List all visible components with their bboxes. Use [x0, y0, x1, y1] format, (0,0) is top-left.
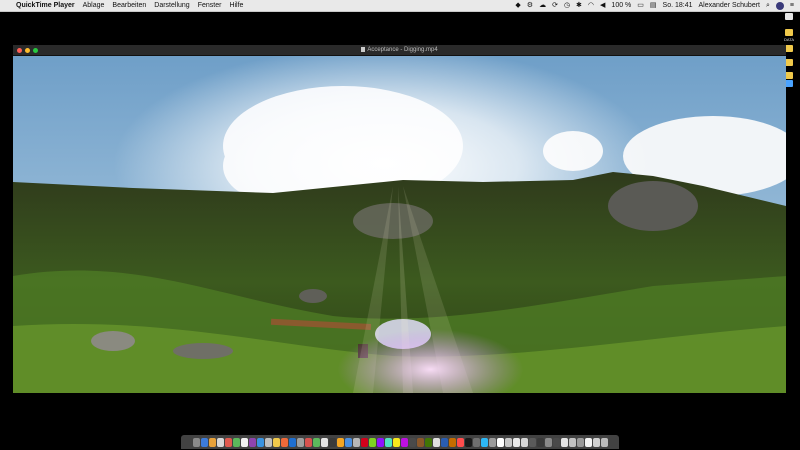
video-frame[interactable]	[13, 56, 786, 393]
dock-app-icon[interactable]	[208, 437, 216, 447]
cloud-icon[interactable]: ☁	[539, 0, 546, 11]
dock-app-icon[interactable]	[264, 437, 272, 447]
document-icon	[361, 47, 366, 52]
dock-app-icon[interactable]	[440, 437, 448, 447]
folder-icon	[785, 45, 793, 52]
siri-icon[interactable]	[775, 1, 784, 10]
battery-percent[interactable]: 100 %	[611, 0, 631, 11]
dock-app-icon[interactable]	[480, 437, 488, 447]
dock-app-icon[interactable]	[224, 437, 232, 447]
dock-app-icon[interactable]	[568, 437, 576, 447]
dock-app-icon[interactable]	[424, 437, 432, 447]
dock-app-icon[interactable]	[464, 437, 472, 447]
sync-icon[interactable]: ⟳	[552, 0, 558, 11]
dock-app-icon[interactable]	[248, 437, 256, 447]
dock-app-icon[interactable]	[304, 437, 312, 447]
dock-app-icon[interactable]	[488, 437, 496, 447]
dock-app-icon[interactable]	[400, 437, 408, 447]
dock-app-icon[interactable]	[504, 437, 512, 447]
time-machine-icon[interactable]: ◷	[564, 0, 570, 11]
desktop-icon[interactable]: DATA	[782, 29, 796, 42]
window-titlebar[interactable]: Acceptance - Digging.mp4	[13, 45, 786, 56]
folder-icon	[785, 59, 793, 66]
drive-icon	[785, 29, 793, 36]
dock-app-icon[interactable]	[200, 437, 208, 447]
dock-app-icon[interactable]	[360, 437, 368, 447]
menu-bar: QuickTime Player Ablage Bearbeiten Darst…	[0, 0, 800, 12]
dock-app-icon[interactable]	[432, 437, 440, 447]
dock-app-icon[interactable]	[216, 437, 224, 447]
dock-app-icon[interactable]	[272, 437, 280, 447]
dropbox-icon[interactable]: ◆	[515, 0, 520, 11]
bluetooth-icon[interactable]: ✱	[576, 0, 582, 11]
dock-app-icon[interactable]	[456, 437, 464, 447]
dock-app-icon[interactable]	[384, 437, 392, 447]
spotlight-icon[interactable]: ⌕	[766, 0, 770, 11]
volume-icon[interactable]: ◀	[600, 0, 605, 11]
flag-icon[interactable]: ▤	[650, 0, 657, 11]
dock-app-icon[interactable]	[336, 437, 344, 447]
menu-fenster[interactable]: Fenster	[198, 0, 222, 11]
dock-app-icon[interactable]	[192, 437, 200, 447]
dock-app-icon[interactable]	[312, 437, 320, 447]
user-menu[interactable]: Alexander Schubert	[699, 0, 760, 11]
desktop-icon-label: DATA	[783, 37, 795, 42]
app-menu[interactable]: QuickTime Player	[16, 0, 75, 11]
menu-ablage[interactable]: Ablage	[83, 0, 105, 11]
dock-app-icon[interactable]	[288, 437, 296, 447]
dock-app-icon[interactable]	[240, 437, 248, 447]
folder-icon	[785, 80, 793, 87]
dock-app-icon[interactable]	[320, 437, 328, 447]
notification-center-icon[interactable]: ≡	[790, 0, 794, 11]
folder-icon	[785, 72, 793, 79]
dock-app-icon[interactable]	[344, 437, 352, 447]
clock[interactable]: So. 18:41	[663, 0, 693, 11]
status-area: ◆ ⚙ ☁ ⟳ ◷ ✱ ◠ ◀ 100 % ▭ ▤ So. 18:41 Alex…	[515, 0, 800, 11]
dock-app-icon[interactable]	[592, 437, 600, 447]
player-window: Acceptance - Digging.mp4	[13, 45, 786, 393]
menu-bearbeiten[interactable]: Bearbeiten	[112, 0, 146, 11]
menu-hilfe[interactable]: Hilfe	[229, 0, 243, 11]
video-image	[13, 56, 786, 393]
battery-icon[interactable]: ▭	[637, 0, 644, 11]
dock-app-icon[interactable]	[392, 437, 400, 447]
dock-app-icon[interactable]	[536, 437, 544, 447]
dock-app-icon[interactable]	[496, 437, 504, 447]
dock-app-icon[interactable]	[328, 437, 336, 447]
dock-app-icon[interactable]	[376, 437, 384, 447]
dock-app-icon[interactable]	[448, 437, 456, 447]
dock-app-icon[interactable]	[280, 437, 288, 447]
desktop-icon[interactable]	[782, 13, 796, 21]
dock-app-icon[interactable]	[256, 437, 264, 447]
menu-darstellung[interactable]: Darstellung	[154, 0, 189, 11]
settings-icon[interactable]: ⚙	[527, 0, 533, 11]
window-title-text: Acceptance - Digging.mp4	[367, 47, 438, 53]
wifi-icon[interactable]: ◠	[588, 0, 594, 11]
dock-app-icon[interactable]	[512, 437, 520, 447]
dock-app-icon[interactable]	[560, 437, 568, 447]
dock-app-icon[interactable]	[576, 437, 584, 447]
window-title: Acceptance - Digging.mp4	[13, 45, 786, 55]
dock-app-icon[interactable]	[544, 437, 552, 447]
dock-app-icon[interactable]	[584, 437, 592, 447]
dock-app-icon[interactable]	[472, 437, 480, 447]
dock-app-icon[interactable]	[296, 437, 304, 447]
dock-app-icon[interactable]	[408, 437, 416, 447]
dock-app-icon[interactable]	[528, 437, 536, 447]
dock-app-icon[interactable]	[368, 437, 376, 447]
dock-app-icon[interactable]	[352, 437, 360, 447]
dock	[181, 435, 619, 449]
dock-app-icon[interactable]	[232, 437, 240, 447]
dock-app-icon[interactable]	[520, 437, 528, 447]
drive-icon	[785, 13, 793, 20]
dock-app-icon[interactable]	[416, 437, 424, 447]
dock-app-icon[interactable]	[552, 437, 560, 447]
dock-app-icon[interactable]	[600, 437, 608, 447]
